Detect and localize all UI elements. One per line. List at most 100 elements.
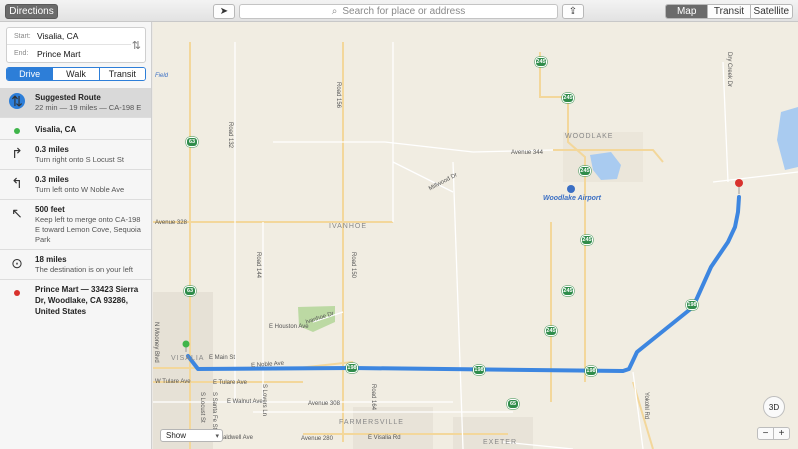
town-farmersville: FARMERSVILLE bbox=[339, 419, 404, 426]
chevron-down-icon: ▾ bbox=[215, 432, 219, 440]
turn-right-icon: ↱ bbox=[11, 144, 23, 161]
direction-steps: ⇅ Suggested Route 22 min — 19 miles — CA… bbox=[0, 88, 151, 321]
road-132: Road 132 bbox=[227, 122, 233, 149]
show-label: Show bbox=[166, 431, 187, 440]
step-detail: The destination is on your left bbox=[35, 265, 133, 274]
road-e-walnut-ave: E Walnut Ave bbox=[227, 399, 263, 405]
step-keep-left[interactable]: ↖ 500 feet Keep left to merge onto CA-19… bbox=[0, 200, 151, 250]
step-detail: Turn left onto W Noble Ave bbox=[35, 185, 125, 194]
turn-left-icon: ↰ bbox=[11, 174, 23, 191]
search-input[interactable]: ⌕ Search for place or address bbox=[239, 4, 558, 19]
road-dry-creek-dr: Dry Creek Dr bbox=[726, 52, 732, 88]
step-title: Suggested Route bbox=[35, 93, 101, 102]
directions-sidebar: Start: Visalia, CA End: Prince Mart ⇅ Dr… bbox=[0, 22, 152, 449]
start-label: Start: bbox=[14, 32, 31, 40]
road-e-visalia-rd: E Visalia Rd bbox=[368, 435, 401, 441]
highway-shield-65: 65 bbox=[507, 399, 519, 409]
tab-drive[interactable]: Drive bbox=[7, 68, 53, 80]
end-pin-icon bbox=[9, 285, 25, 301]
start-field[interactable]: Start: Visalia, CA bbox=[7, 28, 131, 45]
town-woodlake: WOODLAKE bbox=[565, 133, 614, 140]
start-pin-icon bbox=[9, 123, 25, 139]
map-canvas bbox=[153, 42, 798, 449]
highway-shield-245: 245 bbox=[545, 326, 557, 336]
step-turn-left[interactable]: ↰ 0.3 miles Turn left onto W Noble Ave bbox=[0, 170, 151, 200]
road-e-main-st: E Main St bbox=[209, 355, 236, 361]
highway-shield-198: 198 bbox=[346, 363, 358, 373]
map-type-satellite[interactable]: Satellite bbox=[749, 5, 792, 18]
location-arrow-icon: ➤ bbox=[219, 6, 229, 17]
step-suggested-route[interactable]: ⇅ Suggested Route 22 min — 19 miles — CA… bbox=[0, 88, 151, 118]
step-title: Prince Mart — 33423 Sierra Dr, Woodlake,… bbox=[35, 285, 139, 316]
tab-transit[interactable]: Transit bbox=[98, 68, 145, 80]
map-type-map[interactable]: Map bbox=[666, 5, 708, 18]
end-field[interactable]: End: Prince Mart bbox=[7, 45, 131, 62]
step-detail: Turn right onto S Locust St bbox=[35, 155, 124, 164]
step-title: 0.3 miles bbox=[35, 175, 69, 184]
zoom-control: − + bbox=[757, 427, 790, 440]
step-destination[interactable]: ⊙ 18 miles The destination is on your le… bbox=[0, 250, 151, 280]
road-164: Road 164 bbox=[370, 384, 376, 411]
search-icon: ⌕ bbox=[331, 6, 338, 17]
road-e-houston-ave: E Houston Ave bbox=[269, 324, 309, 330]
highway-shield-198: 198 bbox=[686, 300, 698, 310]
field-label: Field bbox=[155, 73, 169, 79]
start-value: Visalia, CA bbox=[37, 31, 79, 41]
road-156: Road 156 bbox=[335, 82, 341, 109]
highway-shield-245: 245 bbox=[581, 235, 593, 245]
road-n-mooney-blvd: N Mooney Blvd bbox=[153, 322, 159, 363]
road-avenue-308: Avenue 308 bbox=[308, 401, 340, 407]
step-title: 18 miles bbox=[35, 255, 67, 264]
town-exeter: EXETER bbox=[483, 439, 518, 446]
route-endpoints: Start: Visalia, CA End: Prince Mart ⇅ bbox=[6, 27, 146, 63]
highway-shield-198: 198 bbox=[585, 366, 597, 376]
step-title: 500 feet bbox=[35, 205, 65, 214]
tab-walk[interactable]: Walk bbox=[52, 68, 99, 80]
highway-shield-198: 198 bbox=[473, 365, 485, 375]
transport-mode-tabs: Drive Walk Transit bbox=[6, 67, 146, 81]
directions-button[interactable]: Directions bbox=[5, 4, 58, 19]
swap-icon[interactable]: ⇅ bbox=[132, 39, 141, 52]
town-ivanhoe: IVANHOE bbox=[329, 223, 367, 230]
map-type-transit[interactable]: Transit bbox=[707, 5, 749, 18]
road-s-lovers-ln: S Lovers Ln bbox=[261, 384, 267, 417]
road-avenue-344: Avenue 344 bbox=[511, 150, 543, 156]
highway-shield-245: 245 bbox=[579, 166, 591, 176]
highway-shield-63: 63 bbox=[184, 286, 196, 296]
highway-shield-245: 245 bbox=[535, 57, 547, 67]
road-w-tulare-ave: W Tulare Ave bbox=[155, 379, 191, 385]
reservoir bbox=[777, 107, 798, 170]
road-yokohl-rd: Yokohl Rd bbox=[643, 392, 649, 420]
share-icon: ⇪ bbox=[568, 6, 578, 17]
end-value: Prince Mart bbox=[37, 48, 81, 59]
road-s-santa-fe-st: S Santa Fe St bbox=[211, 392, 217, 430]
current-location-button[interactable]: ➤ bbox=[213, 4, 235, 19]
3d-button[interactable]: 3D bbox=[763, 396, 785, 418]
zoom-in-button[interactable]: + bbox=[774, 428, 789, 439]
step-end[interactable]: Prince Mart — 33423 Sierra Dr, Woodlake,… bbox=[0, 280, 151, 321]
end-label: End: bbox=[14, 50, 29, 57]
step-start[interactable]: Visalia, CA bbox=[0, 118, 151, 140]
road-e-tulare-ave: E Tulare Ave bbox=[213, 380, 247, 386]
step-title: 0.3 miles bbox=[35, 145, 69, 154]
town-visalia: VISALIA bbox=[171, 355, 205, 362]
destination-icon: ⊙ bbox=[11, 254, 23, 271]
step-detail: 22 min — 19 miles — CA-198 E bbox=[35, 103, 142, 112]
route-line[interactable] bbox=[186, 195, 741, 373]
airport-icon bbox=[567, 185, 575, 193]
share-button[interactable]: ⇪ bbox=[562, 4, 584, 19]
zoom-out-button[interactable]: − bbox=[758, 428, 774, 439]
search-placeholder: Search for place or address bbox=[342, 6, 466, 17]
map-view[interactable]: WOODLAKE IVANHOE VISALIA FARMERSVILLE EX… bbox=[153, 22, 798, 449]
show-dropdown[interactable]: Show ▾ bbox=[160, 429, 223, 442]
road-avenue-328: Avenue 328 bbox=[155, 220, 187, 226]
destination-pin[interactable] bbox=[735, 179, 743, 187]
road-144: Road 144 bbox=[255, 252, 261, 279]
toolbar: Directions ➤ ⌕ Search for place or addre… bbox=[0, 0, 798, 22]
road-s-locust-st: S Locust St bbox=[199, 392, 205, 423]
map-type-selector: Map Transit Satellite bbox=[665, 4, 793, 19]
start-pin[interactable] bbox=[182, 340, 190, 348]
step-turn-right[interactable]: ↱ 0.3 miles Turn right onto S Locust St bbox=[0, 140, 151, 170]
route-icon: ⇅ bbox=[9, 93, 25, 109]
highway-shield-245: 245 bbox=[562, 93, 574, 103]
